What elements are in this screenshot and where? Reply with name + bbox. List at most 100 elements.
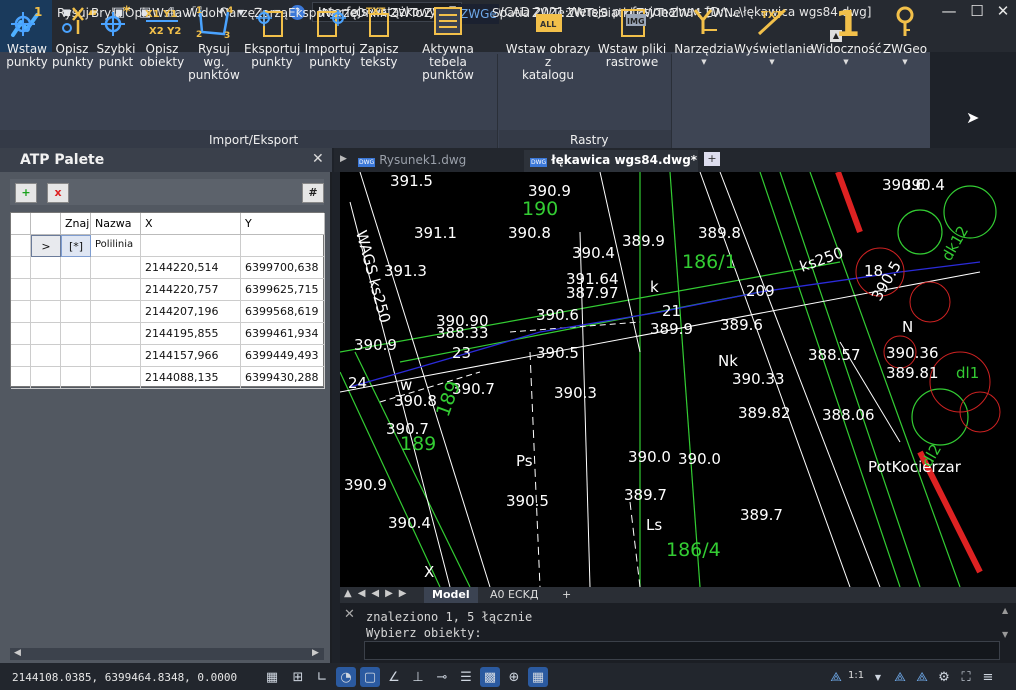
describe-objects-button[interactable]: X1 Y1 X2 Y2 Opisz obiekty bbox=[138, 4, 186, 69]
dynamic-ucs-icon[interactable]: ⊸ bbox=[432, 667, 452, 687]
tab-rysunek1[interactable]: DWG Rysunek1.dwg bbox=[352, 150, 472, 172]
tab-menu-icon[interactable]: ▶ bbox=[340, 154, 347, 164]
x-cell[interactable]: 2144088,135 bbox=[141, 367, 241, 389]
y-cell[interactable]: 6399625,715 bbox=[241, 279, 325, 301]
scroll-up-icon[interactable]: ▲ bbox=[1002, 606, 1008, 615]
annotation-monitor-icon[interactable]: ▦ bbox=[528, 667, 548, 687]
new-tab-icon[interactable]: + bbox=[704, 152, 720, 166]
scroll-down-icon[interactable]: ▼ bbox=[1002, 630, 1008, 639]
settings-gear-icon[interactable]: ⚙ bbox=[934, 667, 954, 687]
minimize-button[interactable]: — bbox=[936, 2, 962, 24]
row-select-cell[interactable] bbox=[31, 301, 61, 323]
row-select-cell[interactable] bbox=[31, 257, 61, 279]
export-points-button[interactable]: Eksportuj punkty bbox=[244, 4, 300, 69]
draw-by-points-button[interactable]: 1 2 3 4 Rysuj wg. punktów bbox=[186, 4, 242, 82]
import-points-button[interactable]: Importuj punkty bbox=[302, 4, 358, 69]
table-header-x[interactable]: X bbox=[141, 213, 241, 235]
save-texts-button[interactable]: TXT Zapisz teksty bbox=[358, 4, 400, 69]
3d-osnap-icon[interactable]: ∠ bbox=[384, 667, 404, 687]
zwgeo-dropdown[interactable]: ZWGeo ▼ bbox=[882, 4, 928, 69]
visibility-dropdown[interactable]: 1 Widoczność ▼ bbox=[810, 4, 882, 69]
scroll-left-icon[interactable]: ◀ bbox=[14, 648, 21, 658]
y-cell[interactable]: 6399700,638 bbox=[241, 257, 325, 279]
quick-point-button[interactable]: * Szybki punkt bbox=[94, 4, 138, 69]
lineweight-icon[interactable]: ☰ bbox=[456, 667, 476, 687]
x-cell[interactable]: 2144157,966 bbox=[141, 345, 241, 367]
command-input[interactable] bbox=[364, 641, 1000, 660]
drawing-label: 389.7 bbox=[740, 506, 783, 524]
znaj-cell[interactable] bbox=[61, 257, 91, 279]
fullscreen-icon[interactable]: ⛶ bbox=[956, 667, 976, 687]
drawing-label: 390.4 bbox=[902, 176, 945, 194]
x-cell[interactable]: 2144220,757 bbox=[141, 279, 241, 301]
y-cell[interactable]: 6399461,934 bbox=[241, 323, 325, 345]
scroll-right-icon[interactable]: ▶ bbox=[312, 648, 319, 658]
x-cell[interactable]: 2144207,196 bbox=[141, 301, 241, 323]
y-cell[interactable]: 6399430,288 bbox=[241, 367, 325, 389]
palette-scrollbar[interactable] bbox=[10, 648, 324, 660]
row-select-cell[interactable] bbox=[31, 345, 61, 367]
display-dropdown[interactable]: TXT Wyświetlanie ▼ bbox=[734, 4, 813, 69]
row-select-cell[interactable] bbox=[31, 367, 61, 389]
znaj-cell[interactable] bbox=[61, 367, 91, 389]
nazwa-cell[interactable] bbox=[91, 323, 141, 345]
x-cell[interactable]: 2144220,514 bbox=[141, 257, 241, 279]
table-header-y[interactable]: Y bbox=[241, 213, 325, 235]
znaj-cell[interactable] bbox=[61, 279, 91, 301]
snap-tracking-icon[interactable]: ⊥ bbox=[408, 667, 428, 687]
annotation-scale-value[interactable]: 1:1 bbox=[848, 670, 864, 681]
add-row-button[interactable]: + bbox=[15, 183, 37, 203]
x-cell[interactable]: 2144195,855 bbox=[141, 323, 241, 345]
nazwa-cell[interactable] bbox=[91, 367, 141, 389]
snap-mode-icon[interactable]: ⊞ bbox=[288, 667, 308, 687]
polar-tracking-icon[interactable]: ◔ bbox=[336, 667, 356, 687]
tools-dropdown[interactable]: Narzędzia ▼ bbox=[674, 4, 734, 69]
nazwa-cell[interactable]: Polilinia bbox=[91, 235, 141, 257]
points-table[interactable]: Znaj Nazwa X Y > [*] Polilinia 2144220,5… bbox=[10, 212, 325, 389]
y-cell[interactable]: 6399449,493 bbox=[241, 345, 325, 367]
znaj-cell[interactable] bbox=[61, 301, 91, 323]
znaj-cell[interactable] bbox=[61, 345, 91, 367]
annotation-scale-icon[interactable]: ⟁ bbox=[826, 667, 846, 687]
drawing-canvas[interactable]: 391.5 390.9 190 391.1 390.8 389.9 389.8 390.4 18… bbox=[340, 172, 1016, 587]
auto-scale-icon[interactable]: ⟁ bbox=[912, 667, 932, 687]
remove-row-button[interactable]: x bbox=[47, 183, 69, 203]
nazwa-cell[interactable] bbox=[91, 279, 141, 301]
znaj-cell[interactable]: [*] bbox=[61, 235, 91, 257]
nazwa-cell[interactable] bbox=[91, 345, 141, 367]
customization-menu-icon[interactable]: ≡ bbox=[978, 667, 998, 687]
close-command-icon[interactable]: ✕ bbox=[344, 607, 355, 622]
palette-close-icon[interactable]: ✕ bbox=[312, 151, 324, 167]
x-cell[interactable] bbox=[141, 235, 241, 257]
row-select-cell[interactable] bbox=[31, 279, 61, 301]
znaj-cell[interactable] bbox=[61, 323, 91, 345]
chevron-down-icon[interactable]: ▼ bbox=[868, 667, 888, 687]
table-header-znaj[interactable]: Znaj bbox=[61, 213, 91, 235]
nazwa-cell[interactable] bbox=[91, 301, 141, 323]
insert-points-button[interactable]: 1 Wstaw punkty bbox=[2, 4, 52, 69]
active-table-button[interactable]: Aktywna tebela punktów bbox=[402, 4, 494, 82]
insert-raster-button[interactable]: IMG Wstaw pliki rastrowe bbox=[596, 4, 668, 69]
grid-display-icon[interactable]: ▦ bbox=[262, 667, 282, 687]
table-header-nazwa[interactable]: Nazwa bbox=[91, 213, 141, 235]
describe-points-button[interactable]: Opisz punkty bbox=[52, 4, 94, 69]
row-select-button[interactable]: > bbox=[31, 235, 61, 257]
close-window-button[interactable]: ✕ bbox=[990, 2, 1016, 24]
transparency-icon[interactable]: ▩ bbox=[480, 667, 500, 687]
tab-model[interactable]: Model bbox=[424, 587, 478, 603]
maximize-button[interactable]: ☐ bbox=[964, 2, 990, 24]
layout-nav-icons[interactable]: ▲◀◀▶▶ bbox=[344, 588, 412, 599]
object-snap-icon[interactable]: ▢ bbox=[360, 667, 380, 687]
nazwa-cell[interactable] bbox=[91, 257, 141, 279]
tab-lekawica[interactable]: DWGłękawica wgs84.dwg*✕ bbox=[524, 150, 717, 172]
insert-images-button[interactable]: ALL Wstaw obrazy z katalogu bbox=[502, 4, 594, 82]
annotation-visibility-icon[interactable]: ⟁ bbox=[890, 667, 910, 687]
ortho-mode-icon[interactable]: ∟ bbox=[312, 667, 332, 687]
row-select-cell[interactable] bbox=[31, 323, 61, 345]
y-cell[interactable] bbox=[241, 235, 325, 257]
hash-button[interactable]: # bbox=[302, 183, 324, 203]
y-cell[interactable]: 6399568,619 bbox=[241, 301, 325, 323]
tab-layout-a0[interactable]: A0 ECKД bbox=[482, 587, 546, 603]
add-layout-button[interactable]: + bbox=[554, 587, 579, 603]
selection-cycling-icon[interactable]: ⊕ bbox=[504, 667, 524, 687]
